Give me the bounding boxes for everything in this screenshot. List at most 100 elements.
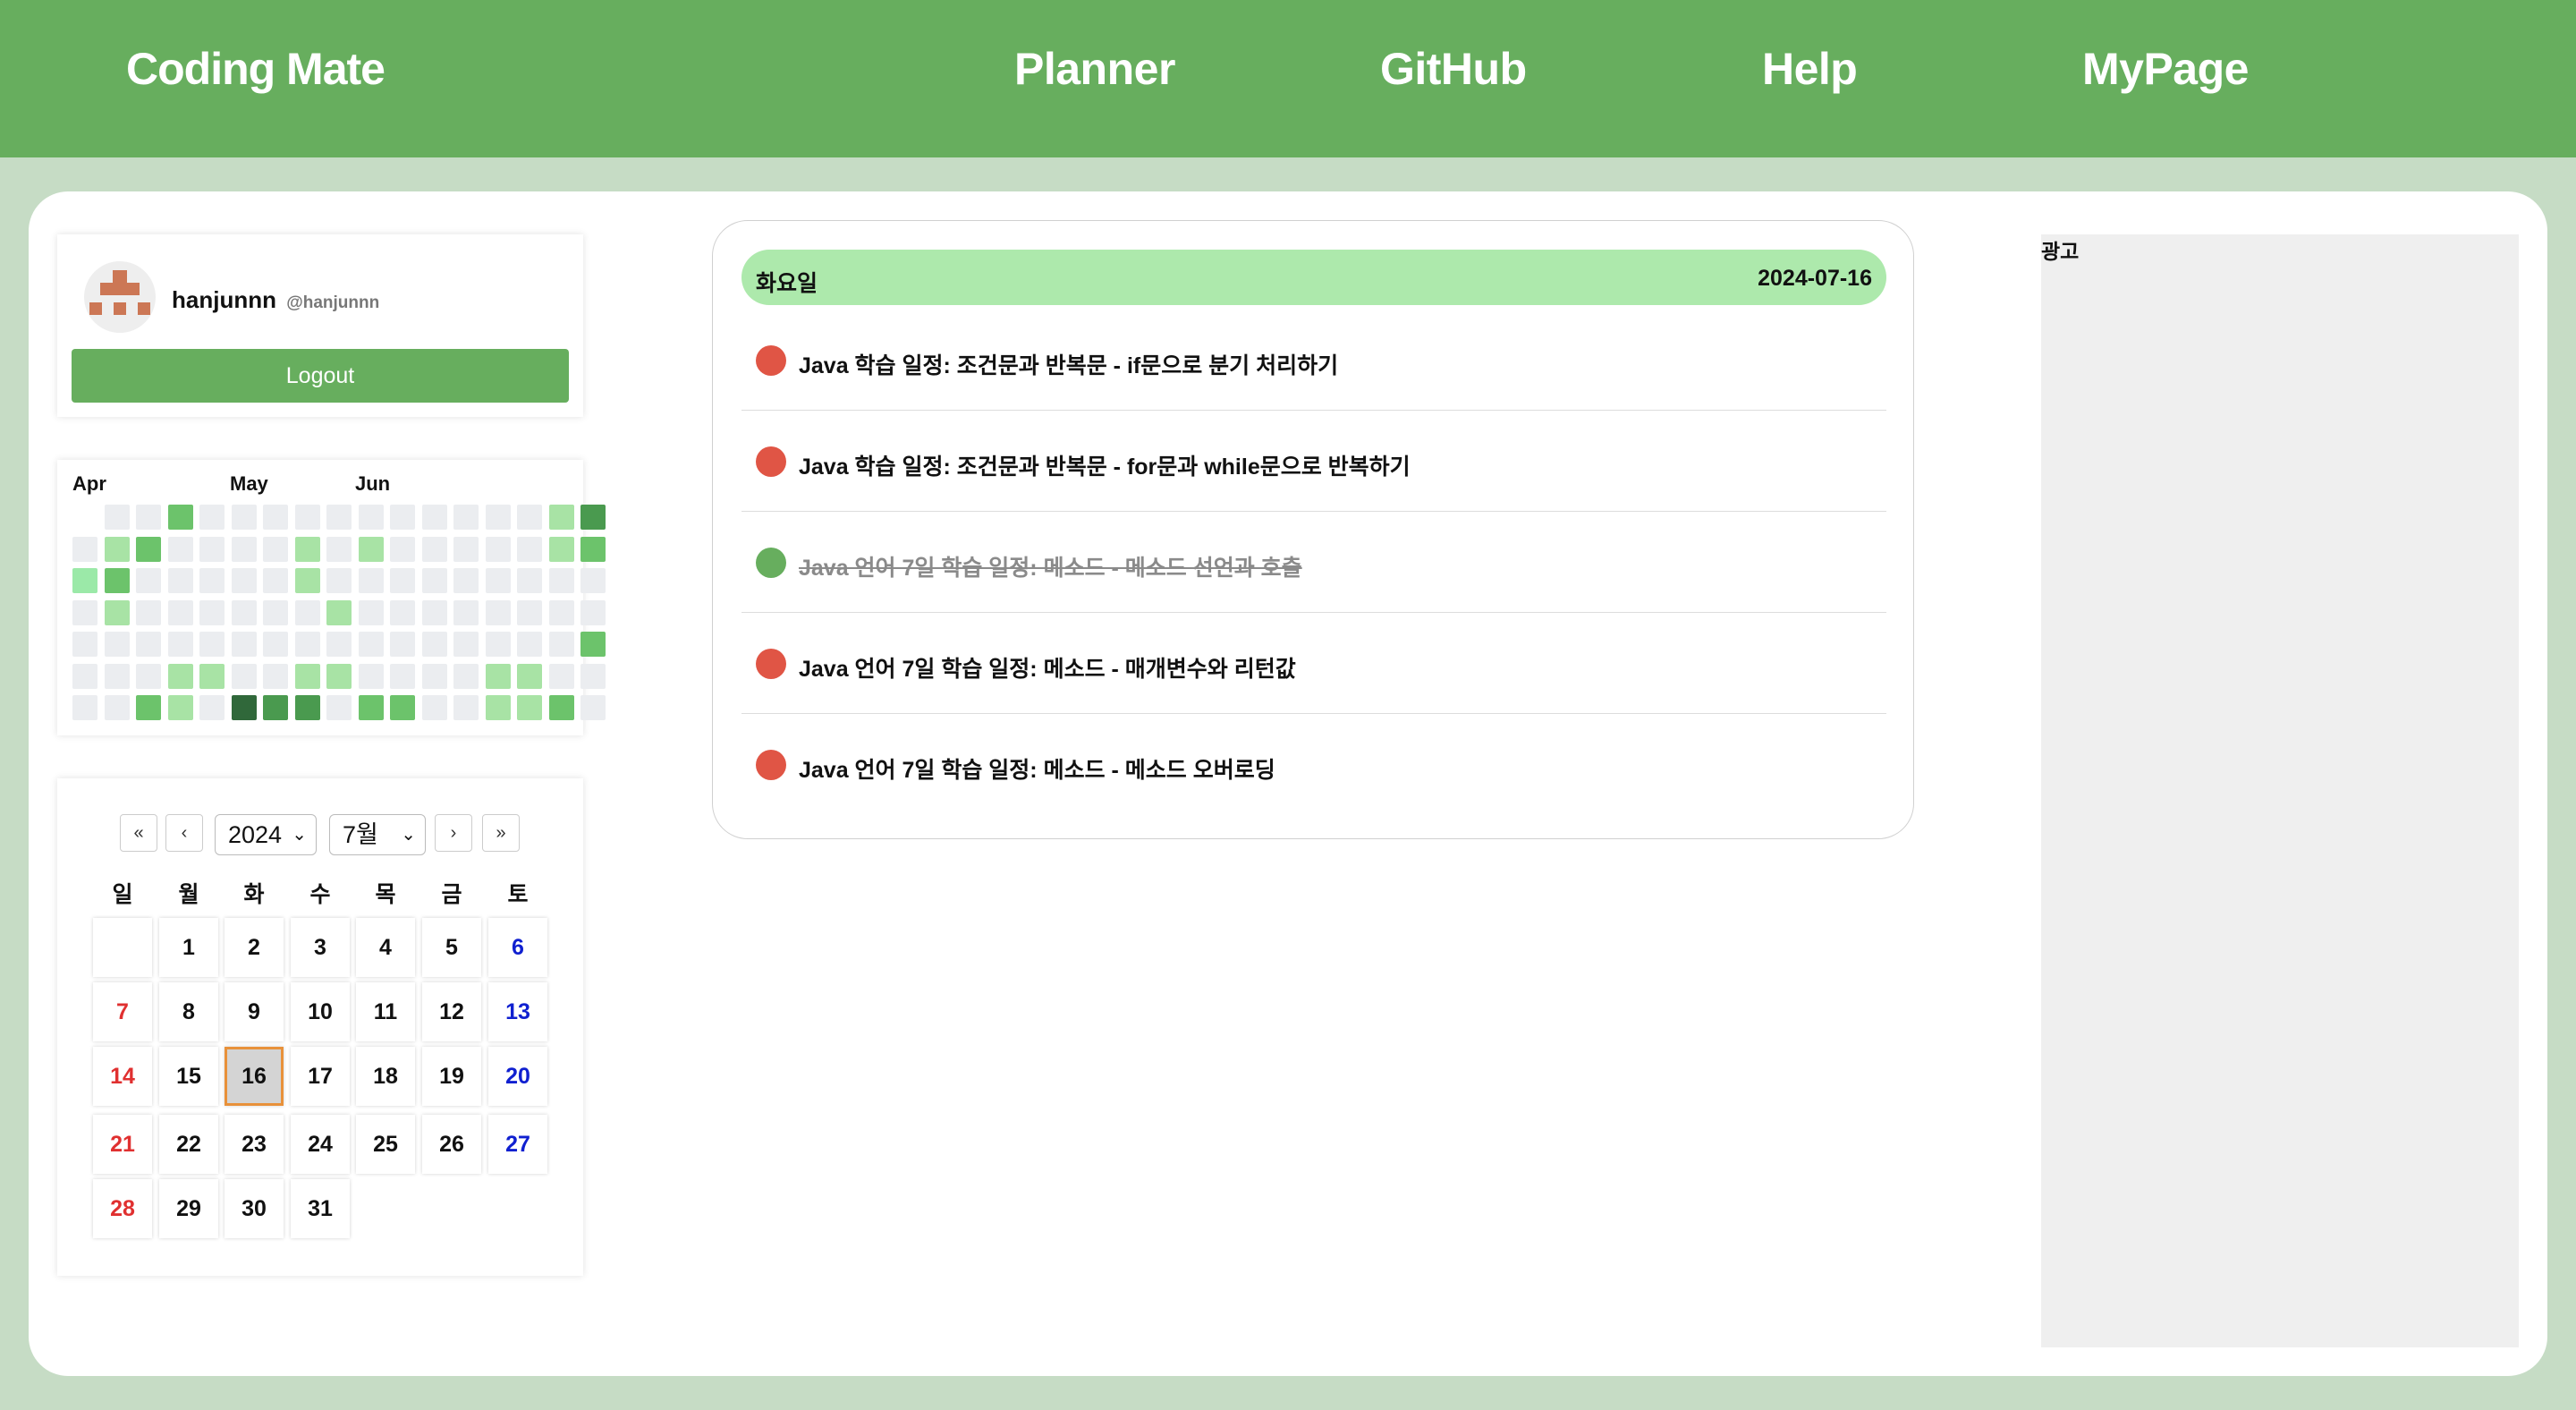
calendar-day[interactable]: 26: [422, 1115, 481, 1174]
year-value: 2024: [228, 821, 283, 848]
day-name: 화요일: [756, 271, 818, 296]
contribution-cell: [548, 536, 574, 562]
task-item[interactable]: Java 학습 일정: 조건문과 반복문 - if문으로 분기 처리하기: [741, 310, 1886, 411]
contribution-cell: [580, 568, 606, 593]
calendar-day[interactable]: 25: [356, 1115, 415, 1174]
contribution-cell: [453, 632, 479, 657]
month-label-may: May: [230, 472, 268, 495]
task-text: Java 언어 7일 학습 일정: 메소드 - 메소드 오버로딩: [799, 758, 1275, 783]
username: hanjunnn: [172, 286, 276, 313]
calendar-day[interactable]: 4: [356, 918, 415, 977]
contribution-cell: [231, 536, 257, 562]
task-item[interactable]: Java 언어 7일 학습 일정: 메소드 - 메소드 선언과 호출: [741, 513, 1886, 613]
contribution-cell: [517, 599, 542, 625]
contribution-cell: [263, 663, 288, 689]
calendar-day[interactable]: 18: [356, 1047, 415, 1106]
contribution-cell: [548, 632, 574, 657]
schedule-panel: 화요일 2024-07-16 Java 학습 일정: 조건문과 반복문 - if…: [712, 220, 1914, 839]
calendar-day[interactable]: 31: [291, 1179, 350, 1238]
calendar-day[interactable]: 2: [225, 918, 284, 977]
calendar-day[interactable]: 8: [159, 982, 218, 1041]
contribution-cell: [136, 663, 161, 689]
contribution-cell: [104, 632, 130, 657]
contribution-cell: [136, 695, 161, 720]
contribution-cell: [548, 663, 574, 689]
contribution-cell: [548, 695, 574, 720]
contribution-graph: Apr May Jun: [57, 460, 606, 735]
contribution-cell: [104, 695, 130, 720]
calendar-day[interactable]: 16: [225, 1047, 284, 1106]
prev-month-button[interactable]: ‹: [165, 814, 203, 852]
task-status-dot[interactable]: [756, 446, 786, 477]
contribution-cell: [294, 632, 320, 657]
calendar-day[interactable]: 7: [93, 982, 152, 1041]
mini-calendar: « ‹ 2024 ⌄ 7월 ⌄ › » 일월화수목금토 1 2 3 4 5 6 7 8 9 10 1…: [57, 778, 583, 1276]
calendar-day[interactable]: 14: [93, 1047, 152, 1106]
weekday-label: 금: [441, 882, 462, 907]
user-handle: @hanjunnn: [286, 293, 380, 312]
task-item[interactable]: Java 학습 일정: 조건문과 반복문 - for문과 while문으로 반복…: [741, 412, 1886, 512]
contribution-cell: [136, 505, 161, 530]
contribution-cell: [72, 599, 97, 625]
task-item[interactable]: Java 언어 7일 학습 일정: 메소드 - 메소드 오버로딩: [741, 715, 1886, 815]
contribution-cell: [199, 599, 225, 625]
contribution-cell: [358, 632, 384, 657]
calendar-day[interactable]: 6: [488, 918, 547, 977]
task-text: Java 언어 7일 학습 일정: 메소드 - 매개변수와 리턴값: [799, 657, 1296, 682]
contribution-cell: [72, 536, 97, 562]
task-item[interactable]: Java 언어 7일 학습 일정: 메소드 - 매개변수와 리턴값: [741, 614, 1886, 714]
nav-planner[interactable]: Planner: [1014, 43, 1175, 95]
task-status-dot[interactable]: [756, 345, 786, 376]
task-status-dot[interactable]: [756, 548, 786, 578]
calendar-day[interactable]: 24: [291, 1115, 350, 1174]
next-month-button[interactable]: ›: [435, 814, 472, 852]
calendar-day[interactable]: 12: [422, 982, 481, 1041]
calendar-day[interactable]: 13: [488, 982, 547, 1041]
nav-github[interactable]: GitHub: [1380, 43, 1527, 95]
next-year-button[interactable]: »: [482, 814, 520, 852]
month-label-apr: Apr: [72, 472, 106, 495]
calendar-day[interactable]: 19: [422, 1047, 481, 1106]
month-value: 7월: [343, 821, 378, 848]
contribution-cell: [167, 632, 193, 657]
calendar-day[interactable]: 23: [225, 1115, 284, 1174]
calendar-day[interactable]: 5: [422, 918, 481, 977]
contribution-cell: [294, 695, 320, 720]
calendar-day[interactable]: 28: [93, 1179, 152, 1238]
month-select[interactable]: 7월 ⌄: [329, 814, 426, 855]
contribution-cell: [72, 568, 97, 593]
calendar-day[interactable]: 11: [356, 982, 415, 1041]
calendar-day[interactable]: 17: [291, 1047, 350, 1106]
calendar-day[interactable]: 29: [159, 1179, 218, 1238]
calendar-day[interactable]: 10: [291, 982, 350, 1041]
weekday-label: 월: [178, 882, 199, 907]
contribution-cell: [104, 505, 130, 530]
task-status-dot[interactable]: [756, 649, 786, 679]
contribution-cell: [485, 695, 511, 720]
year-select[interactable]: 2024 ⌄: [215, 814, 317, 855]
nav-help[interactable]: Help: [1762, 43, 1858, 95]
logout-button[interactable]: Logout: [72, 349, 569, 403]
calendar-day[interactable]: 27: [488, 1115, 547, 1174]
calendar-day[interactable]: 20: [488, 1047, 547, 1106]
calendar-day[interactable]: 15: [159, 1047, 218, 1106]
calendar-day[interactable]: 22: [159, 1115, 218, 1174]
nav-mypage[interactable]: MyPage: [2082, 43, 2249, 95]
contribution-cell: [517, 663, 542, 689]
prev-year-button[interactable]: «: [120, 814, 157, 852]
task-text: Java 언어 7일 학습 일정: 메소드 - 메소드 선언과 호출: [799, 556, 1302, 581]
calendar-day[interactable]: 3: [291, 918, 350, 977]
calendar-day[interactable]: 21: [93, 1115, 152, 1174]
calendar-day[interactable]: 9: [225, 982, 284, 1041]
task-status-dot[interactable]: [756, 750, 786, 780]
contribution-cell: [517, 632, 542, 657]
calendar-day[interactable]: 30: [225, 1179, 284, 1238]
contribution-cell: [231, 663, 257, 689]
month-label-jun: Jun: [355, 472, 391, 495]
contribution-cell: [517, 505, 542, 530]
calendar-day[interactable]: 1: [159, 918, 218, 977]
day-header: 화요일 2024-07-16: [741, 250, 1886, 305]
brand-logo[interactable]: Coding Mate: [126, 43, 386, 95]
contribution-cell: [358, 695, 384, 720]
contribution-cell: [453, 695, 479, 720]
